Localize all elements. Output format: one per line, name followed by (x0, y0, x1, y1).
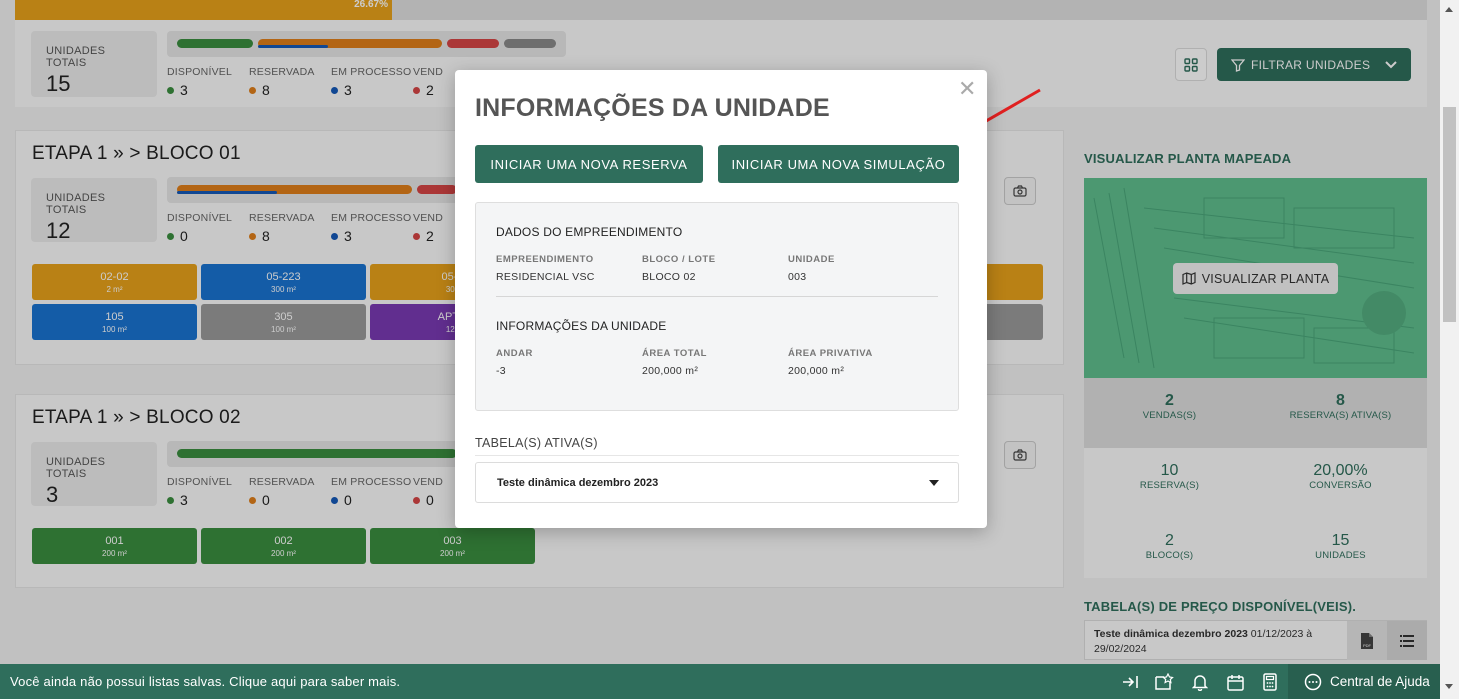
field-label: ÁREA TOTAL (642, 348, 707, 359)
field-label: EMPREENDIMENTO (496, 254, 594, 265)
unit-info-modal: ✕ INFORMAÇÕES DA UNIDADE INICIAR UMA NOV… (455, 70, 987, 528)
page: 26.67% UNIDADES TOTAIS 15 DISPONÍVEL 3 RE… (0, 0, 1459, 699)
section-empreendimento-title: DADOS DO EMPREENDIMENTO (496, 225, 683, 239)
caret-down-icon (929, 480, 939, 486)
saved-lists-message[interactable]: Você ainda não possui listas salvas. Cli… (10, 674, 400, 689)
field-label: ANDAR (496, 348, 533, 359)
new-reservation-button[interactable]: INICIAR UMA NOVA RESERVA (475, 145, 703, 183)
new-simulation-button[interactable]: INICIAR UMA NOVA SIMULAÇÃO (718, 145, 959, 183)
scroll-up-arrow-icon[interactable] (1445, 7, 1453, 12)
field-value: 200,000 m² (788, 365, 845, 377)
price-table-select-value: Teste dinâmica dezembro 2023 (497, 477, 659, 489)
calendar-icon[interactable] (1225, 672, 1245, 692)
unit-details-panel: DADOS DO EMPREENDIMENTO EMPREENDIMENTO R… (475, 202, 959, 411)
active-tables-title: TABELA(S) ATIVA(S) (475, 436, 598, 450)
logout-icon[interactable] (1120, 672, 1140, 692)
price-table-select[interactable]: Teste dinâmica dezembro 2023 (475, 462, 959, 503)
field-value: -3 (496, 365, 506, 377)
favorites-icon[interactable] (1154, 672, 1174, 692)
calculator-icon[interactable] (1260, 672, 1280, 692)
field-label: BLOCO / LOTE (642, 254, 716, 265)
help-center-button[interactable]: Central de Ajuda (1288, 664, 1440, 699)
divider (496, 296, 938, 297)
bell-icon[interactable] (1190, 672, 1210, 692)
field-label: UNIDADE (788, 254, 835, 265)
scrollbar[interactable] (1440, 0, 1459, 699)
scrollbar-thumb[interactable] (1443, 107, 1456, 322)
field-label: ÁREA PRIVATIVA (788, 348, 873, 359)
modal-title: INFORMAÇÕES DA UNIDADE (475, 94, 830, 122)
scroll-down-arrow-icon[interactable] (1445, 684, 1453, 689)
field-value: 200,000 m² (642, 365, 699, 377)
field-value: 003 (788, 271, 807, 283)
chat-icon (1304, 673, 1322, 690)
divider (475, 455, 959, 456)
field-value: RESIDENCIAL VSC (496, 271, 595, 283)
footer-bar: Você ainda não possui listas salvas. Cli… (0, 664, 1440, 699)
help-center-label: Central de Ajuda (1330, 674, 1430, 689)
close-icon[interactable]: ✕ (958, 78, 976, 100)
field-value: BLOCO 02 (642, 271, 696, 283)
section-unidade-title: INFORMAÇÕES DA UNIDADE (496, 319, 667, 333)
